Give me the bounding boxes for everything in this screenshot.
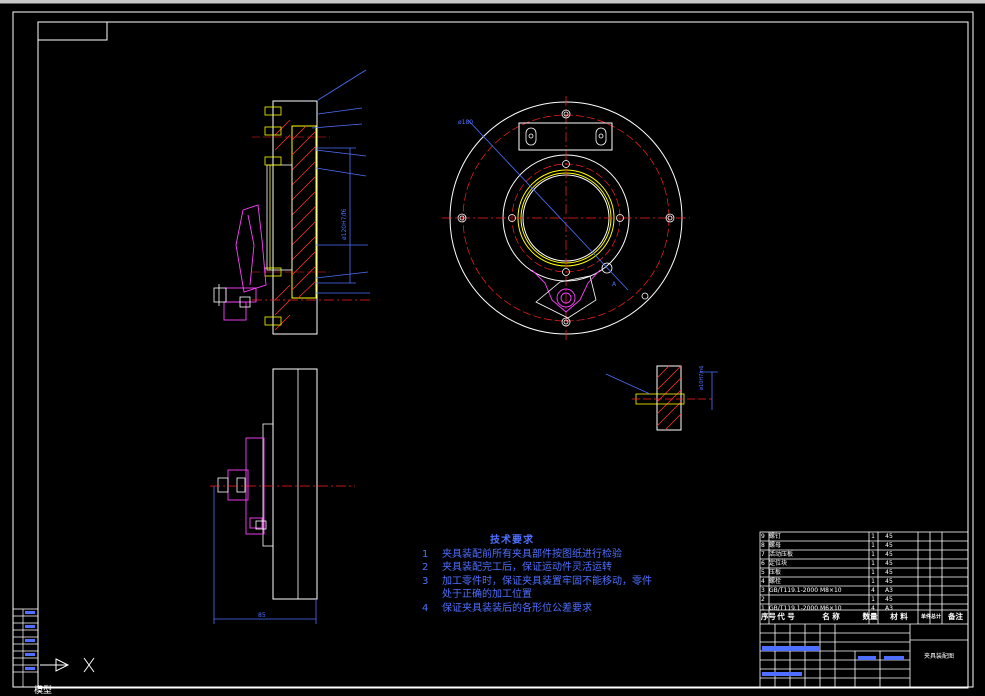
window-top-strip [0, 0, 985, 4]
svg-text:ø10H7/n6: ø10H7/n6 [699, 366, 705, 390]
bom-row: 9 螺钉 1 45 [761, 533, 893, 540]
svg-text:A: A [612, 281, 617, 288]
note-item: 1 夹具装配前所有夹具部件按图纸进行检验 [422, 548, 622, 560]
bom-row: 4 螺栓 1 45 [761, 578, 893, 585]
bom-header: 序号 代 号 名 称 数量 材 料 单件总计 备注 [761, 612, 963, 621]
note-item: 3 加工零件时，保证夹具装置牢固不能移动，零件 [422, 575, 652, 587]
svg-text:85: 85 [258, 612, 266, 619]
top-view: 85 [210, 368, 355, 624]
bill-of-materials: 9 螺钉 1 45 8 螺母 1 45 7 活动压板 1 45 6 定位块 1 45 5 压板 1 45 4螺… [761, 532, 968, 621]
svg-text:ø120H7/f6: ø120H7/f6 [341, 208, 348, 240]
bom-row: 8 螺母 1 45 [761, 542, 893, 549]
note-item: 处于正确的加工位置 [442, 589, 532, 600]
note-item: 2 夹具装配完工后，保证运动件灵活运转 [422, 562, 612, 573]
bom-row: 2 1 45 [761, 596, 893, 603]
technical-requirements: 技术要求 1 夹具装配前所有夹具部件按图纸进行检验 2 夹具装配完工后，保证运动件灵… [418, 534, 652, 615]
corner-label-box [37, 21, 108, 41]
detail-view: ø10H7/n6 [605, 365, 718, 431]
bom-row: 7 活动压板 1 45 [761, 551, 893, 558]
bom-row: 3 GB/T119.1-2000 M8×10 4 A3 [761, 587, 893, 594]
notes-title: 技术要求 [490, 535, 534, 546]
model-tab-label[interactable]: 模型 [34, 683, 52, 696]
svg-text:ø180: ø180 [458, 119, 473, 126]
bom-row: 5 压板 1 45 [761, 569, 893, 576]
front-section-view: ø120H7/f6 [213, 69, 372, 335]
plan-view: ø180 A [442, 96, 690, 340]
bom-row: 6 定位块 1 45 [761, 560, 893, 567]
note-item: 4 保证夹具装装后的各形位公差要求 [422, 602, 592, 614]
drawing-title: 夹具装配图 [924, 653, 955, 660]
ucs-axis-icon [40, 657, 95, 673]
side-stamp-strip [12, 608, 39, 688]
